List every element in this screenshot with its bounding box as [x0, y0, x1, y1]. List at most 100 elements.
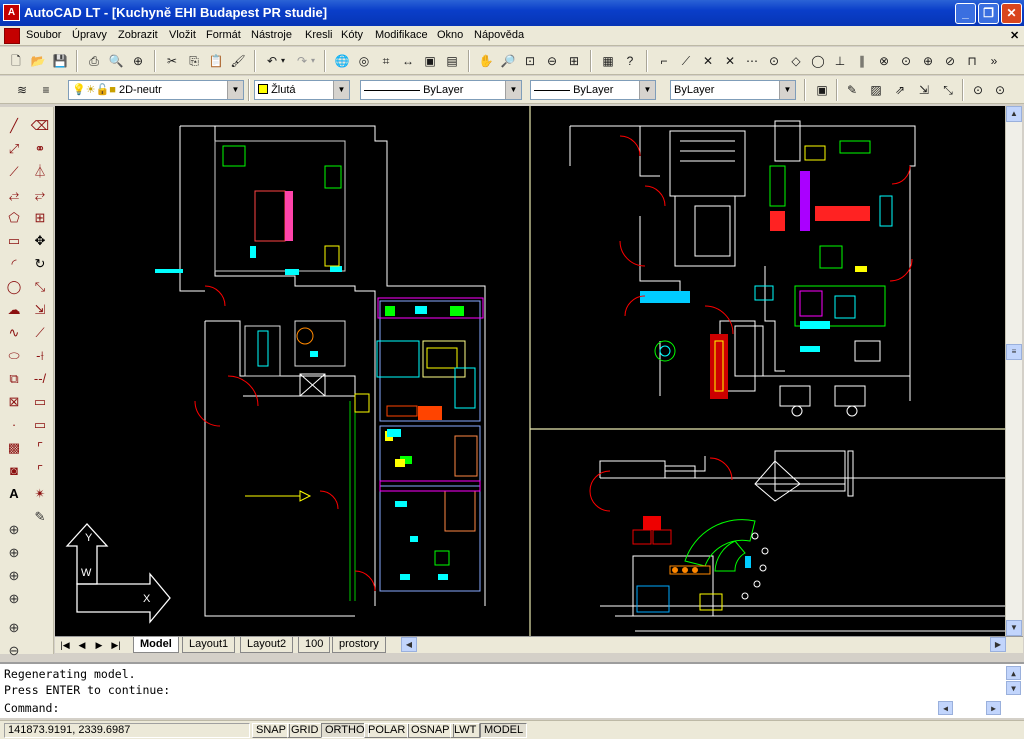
edit-attribute-icon[interactable]: ⇲: [914, 80, 934, 100]
plotstyle-combo[interactable]: ByLayer ▼: [670, 80, 796, 100]
zoom-window-icon[interactable]: ⊡: [520, 51, 540, 71]
zoom-center-icon[interactable]: ⊕: [3, 588, 25, 610]
mirror-icon[interactable]: ⏃: [29, 161, 51, 183]
autocad-app-icon[interactable]: A: [3, 4, 20, 21]
scale-icon[interactable]: ⤡: [29, 276, 51, 298]
calculator-icon[interactable]: ▦: [598, 51, 618, 71]
ucs-icon[interactable]: ⌗: [376, 51, 396, 71]
rectangle-icon[interactable]: ▭: [3, 230, 25, 252]
stretch-icon[interactable]: ⇲: [29, 299, 51, 321]
point-icon[interactable]: ·: [3, 414, 25, 436]
insert-block-icon[interactable]: ⧉: [3, 368, 25, 390]
tab-first-icon[interactable]: |◀: [57, 638, 73, 652]
join-icon[interactable]: ▭: [29, 414, 51, 436]
tab-layout2[interactable]: Layout2: [240, 637, 294, 653]
snap-center-icon[interactable]: ⊙: [764, 51, 784, 71]
line-icon[interactable]: ╱: [3, 115, 25, 137]
zoom-realtime-icon[interactable]: 🔎: [498, 51, 518, 71]
menu-napoveda[interactable]: Nápověda: [474, 29, 524, 41]
array-icon[interactable]: ⊞: [29, 207, 51, 229]
cut-icon[interactable]: ✂: [162, 51, 182, 71]
menu-format[interactable]: Formát: [206, 29, 241, 41]
offset-icon[interactable]: ⥂: [29, 184, 51, 206]
hyperlink-icon[interactable]: 🌐: [332, 51, 352, 71]
osnap-toggle[interactable]: OSNAP: [407, 723, 454, 738]
osnap-settings-icon[interactable]: ⊓: [962, 51, 982, 71]
lengthen-icon[interactable]: ⟋: [29, 322, 51, 344]
scroll-down-icon[interactable]: ▼: [1006, 620, 1022, 636]
tab-next-icon[interactable]: ▶: [91, 638, 107, 652]
toolbar-overflow-icon[interactable]: »: [984, 51, 1004, 71]
close-button[interactable]: ✕: [1001, 3, 1022, 24]
scroll-thumb[interactable]: ≡: [1006, 344, 1022, 360]
viewport-clip-icon[interactable]: ⊙: [990, 80, 1010, 100]
copy-object-icon[interactable]: ⚭: [29, 138, 51, 160]
circle-icon[interactable]: ◯: [3, 276, 25, 298]
redo-dropdown-icon[interactable]: ▾: [308, 51, 318, 71]
tab-prostory[interactable]: prostory: [332, 637, 386, 653]
help-icon[interactable]: ?: [620, 51, 640, 71]
restore-button[interactable]: ❐: [978, 3, 999, 24]
menu-zobrazit[interactable]: Zobrazit: [118, 29, 158, 41]
paste-icon[interactable]: 📋: [206, 51, 226, 71]
cmd-hscroll-left-icon[interactable]: ◀: [938, 701, 953, 715]
explode-icon[interactable]: ✴: [29, 483, 51, 505]
layer-combo[interactable]: 💡☀🔓■ 2D-neutr ▼: [68, 80, 244, 100]
print-icon[interactable]: ⎙: [84, 51, 104, 71]
model-toggle[interactable]: MODEL: [480, 723, 528, 738]
rotate-icon[interactable]: ↻: [29, 253, 51, 275]
polar-toggle[interactable]: POLAR: [364, 723, 410, 738]
undo-dropdown-icon[interactable]: ▾: [278, 51, 288, 71]
zoom-realtime-icon[interactable]: ⊕: [3, 519, 25, 541]
properties-icon[interactable]: ▣: [420, 51, 440, 71]
construction-line-icon[interactable]: ⤢: [3, 138, 25, 160]
mtext-icon[interactable]: A: [3, 483, 25, 505]
polygon-icon[interactable]: ⬠: [3, 207, 25, 229]
menu-koty[interactable]: Kóty: [341, 29, 363, 41]
menu-vlozit[interactable]: Vložit: [169, 29, 196, 41]
zoom-scale-icon[interactable]: ⊕: [3, 565, 25, 587]
snap-insert-icon[interactable]: ⊕: [918, 51, 938, 71]
lwt-toggle[interactable]: LWT: [450, 723, 481, 738]
edit-polyline-icon[interactable]: ⇗: [890, 80, 910, 100]
draw-order-icon[interactable]: ▣: [812, 80, 832, 100]
chamfer-icon[interactable]: ⌜: [29, 437, 51, 459]
snap-node-icon[interactable]: ⊗: [874, 51, 894, 71]
tab-last-icon[interactable]: ▶|: [108, 638, 124, 652]
command-prompt[interactable]: Command:: [4, 701, 59, 715]
scroll-up-icon[interactable]: ▲: [1006, 106, 1022, 122]
properties-brush-icon[interactable]: ✎: [29, 506, 51, 528]
snap-midpoint-icon[interactable]: ⟋: [676, 51, 696, 71]
layer-previous-icon[interactable]: ≡: [36, 80, 56, 100]
erase-icon[interactable]: ⌫: [29, 115, 51, 137]
viewport-icon[interactable]: ⊙: [968, 80, 988, 100]
zoom-in-icon[interactable]: ⊕: [3, 617, 25, 639]
vertical-scrollbar[interactable]: ▲ ≡ ▼: [1005, 106, 1022, 636]
snap-quadrant-icon[interactable]: ◇: [786, 51, 806, 71]
menu-upravy[interactable]: Úpravy: [72, 29, 107, 41]
hscroll-left-icon[interactable]: ◀: [401, 637, 417, 652]
menu-okno[interactable]: Okno: [437, 29, 463, 41]
revcloud-icon[interactable]: ☁: [3, 299, 25, 321]
menu-modifikace[interactable]: Modifikace: [375, 29, 428, 41]
publish-icon[interactable]: ⊕: [128, 51, 148, 71]
snap-apparent-icon[interactable]: ✕: [720, 51, 740, 71]
snap-parallel-icon[interactable]: ∥: [852, 51, 872, 71]
zoom-out-icon[interactable]: ⊖: [3, 640, 25, 662]
open-file-icon[interactable]: 📂: [28, 51, 48, 71]
snap-extension-icon[interactable]: ⋯: [742, 51, 762, 71]
zoom-window-icon[interactable]: ⊕: [3, 542, 25, 564]
cmd-scroll-down-icon[interactable]: ▼: [1006, 681, 1021, 695]
snap-intersection-icon[interactable]: ✕: [698, 51, 718, 71]
tab-prev-icon[interactable]: ◀: [74, 638, 90, 652]
snap-toggle[interactable]: SNAP: [252, 723, 290, 738]
double-line-icon[interactable]: ⥄: [3, 184, 25, 206]
tab-model[interactable]: Model: [133, 637, 179, 653]
menu-soubor[interactable]: Soubor: [26, 29, 61, 41]
object-snap-icon[interactable]: ◎: [354, 51, 374, 71]
grid-toggle[interactable]: GRID: [287, 723, 323, 738]
linetype-combo[interactable]: ByLayer ▼: [360, 80, 522, 100]
save-icon[interactable]: 💾: [50, 51, 70, 71]
extend-icon[interactable]: --/: [29, 368, 51, 390]
edit-block-icon[interactable]: ⤡: [938, 80, 958, 100]
